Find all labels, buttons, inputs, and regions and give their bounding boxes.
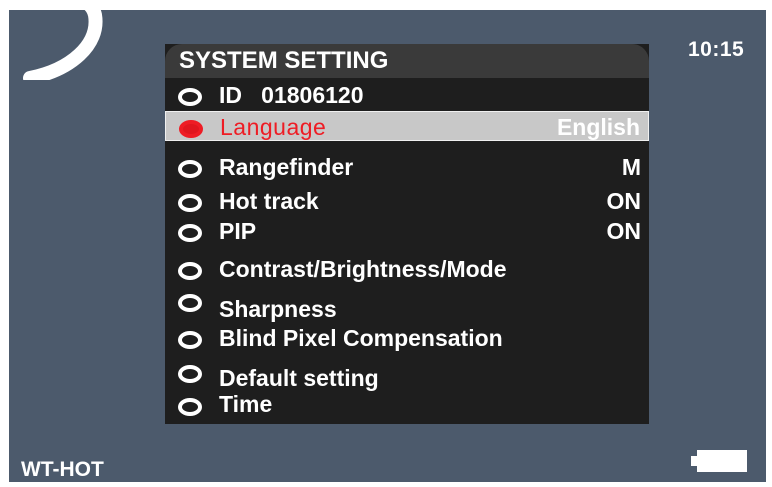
system-setting-menu: SYSTEM SETTING ID 01806120 Language Engl…: [165, 44, 649, 424]
menu-item-label: Hot track: [219, 188, 319, 214]
menu-item-value: M: [621, 154, 641, 180]
ring-bullet-icon: [178, 262, 202, 280]
menu-item-value: ON: [606, 188, 642, 214]
battery-icon: [691, 450, 747, 472]
menu-item-label: Blind Pixel Compensation: [219, 325, 503, 351]
ring-bullet-icon: [178, 398, 202, 416]
ring-bullet-icon: [178, 224, 202, 242]
menu-item-sharpness[interactable]: Sharpness: [165, 290, 649, 322]
menu-item-time[interactable]: Time: [165, 389, 649, 419]
menu-item-label: Time: [219, 391, 273, 417]
menu-item-pip[interactable]: PIP ON: [165, 216, 649, 246]
ring-bullet-icon: [178, 160, 202, 178]
menu-item-label: ID 01806120: [219, 82, 364, 108]
menu-item-id[interactable]: ID 01806120: [165, 80, 649, 110]
menu-item-language[interactable]: Language English: [165, 111, 649, 141]
ring-bullet-icon: [178, 88, 202, 106]
menu-item-hot-track[interactable]: Hot track ON: [165, 186, 649, 216]
menu-item-contrast-brightness-mode[interactable]: Contrast/Brightness/Mode: [165, 254, 649, 284]
battery-body: [697, 450, 747, 472]
menu-item-label: Language: [220, 114, 327, 140]
clock: 10:15: [688, 38, 745, 61]
ring-bullet-icon: [178, 331, 202, 349]
menu-item-label: Rangefinder: [219, 154, 354, 180]
menu-title: SYSTEM SETTING: [165, 44, 649, 78]
menu-item-value: English: [556, 114, 640, 140]
menu-item-rangefinder[interactable]: Rangefinder M: [165, 152, 649, 182]
ring-bullet-icon: [178, 294, 202, 312]
menu-item-label: PIP: [219, 218, 257, 244]
menu-item-label: Default setting: [219, 365, 379, 391]
device-name: WT-HOT: [21, 458, 104, 481]
menu-item-default-setting[interactable]: Default setting: [165, 360, 649, 391]
ring-bullet-icon: [179, 120, 203, 138]
menu-item-label: Contrast/Brightness/Mode: [219, 256, 507, 282]
menu-item-blind-pixel-compensation[interactable]: Blind Pixel Compensation: [165, 323, 649, 353]
device-screen: 10:15 SYSTEM SETTING ID 01806120 Languag…: [9, 10, 766, 482]
menu-item-label: Sharpness: [219, 296, 337, 322]
menu-item-value: ON: [606, 218, 642, 244]
ring-bullet-icon: [178, 194, 202, 212]
ring-bullet-icon: [178, 365, 202, 383]
corner-arc-decoration: [23, 10, 103, 80]
